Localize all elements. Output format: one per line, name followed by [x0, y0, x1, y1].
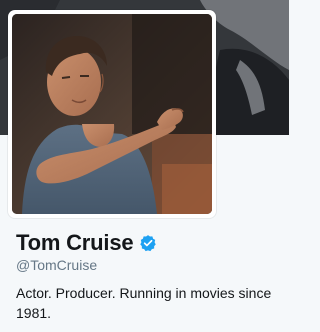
- verified-badge-icon: [140, 235, 157, 252]
- profile-screen-name[interactable]: @TomCruise: [16, 257, 97, 273]
- profile-avatar[interactable]: [12, 14, 212, 214]
- profile-bio: Actor. Producer. Running in movies since…: [16, 285, 272, 321]
- profile-name-row: Tom Cruise: [16, 228, 157, 258]
- avatar-photo: [12, 14, 212, 214]
- profile-avatar-frame[interactable]: [8, 10, 216, 218]
- profile-name[interactable]: Tom Cruise: [16, 230, 134, 256]
